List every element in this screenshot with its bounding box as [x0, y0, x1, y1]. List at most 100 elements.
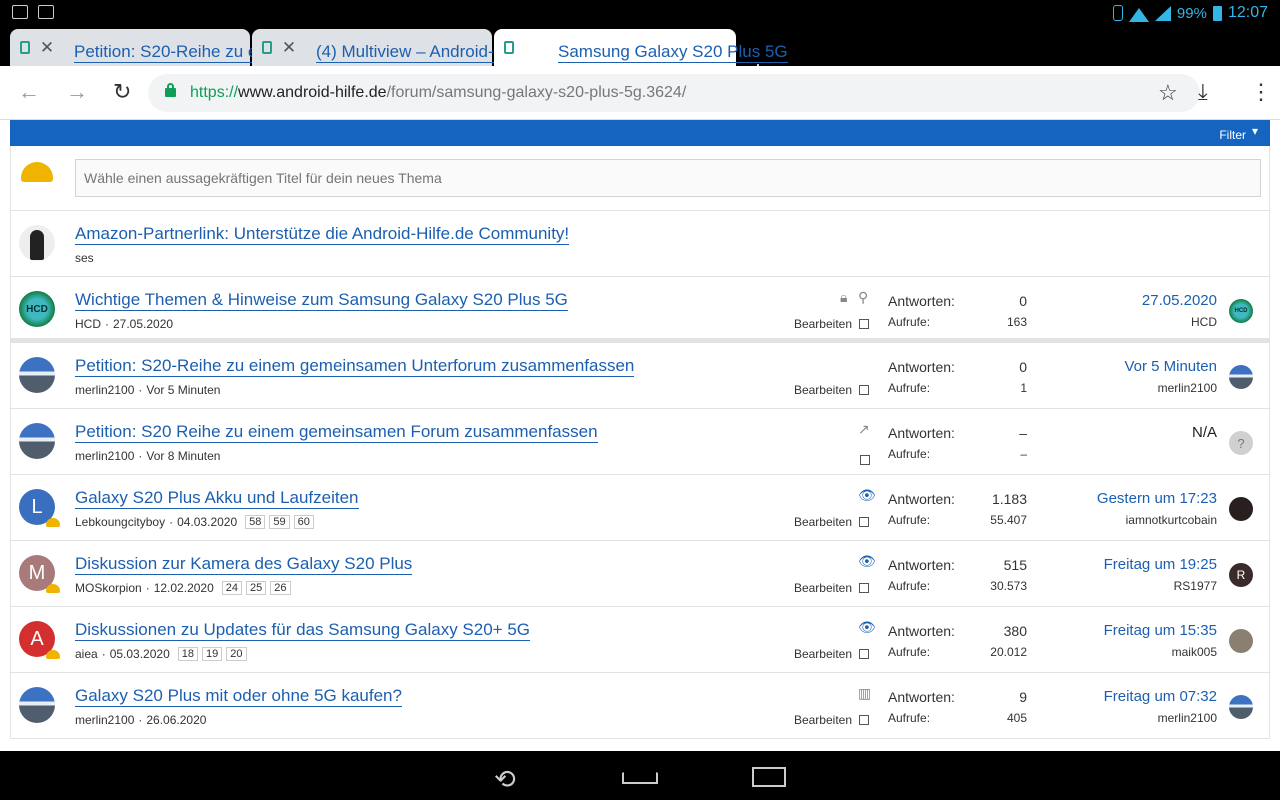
page-link[interactable]: 26 — [270, 581, 291, 595]
thread-title-link[interactable]: Galaxy S20 Plus Akku und Laufzeiten — [75, 488, 359, 509]
watched-eye-icon: 👁︎ — [858, 553, 876, 569]
last-post-date: N/A — [1191, 424, 1217, 441]
last-poster-avatar[interactable] — [1229, 629, 1253, 653]
hard-hat-icon — [46, 650, 60, 659]
thread-author[interactable]: ses — [75, 251, 94, 265]
views-count: 1 — [1020, 381, 1027, 395]
recents-nav-icon[interactable] — [752, 767, 786, 787]
last-poster-avatar[interactable]: HCD — [1229, 299, 1253, 323]
thread-row: A Diskussionen zu Updates für das Samsun… — [11, 607, 1269, 673]
edit-control[interactable]: Bearbeiten — [794, 581, 869, 595]
edit-label: Bearbeiten — [793, 383, 852, 397]
thread-date: 05.03.2020 — [109, 647, 170, 661]
close-tab-icon[interactable]: ✕ — [281, 38, 297, 58]
reload-icon[interactable]: ↻ — [113, 79, 131, 105]
thread-author[interactable]: MOSkorpion — [75, 581, 142, 595]
thread-author[interactable]: merlin2100 — [75, 713, 134, 727]
avatar[interactable] — [19, 225, 55, 261]
select-checkbox[interactable] — [859, 385, 869, 395]
thread-title-link[interactable]: Diskussionen zu Updates für das Samsung … — [75, 620, 530, 641]
signal-icon — [1154, 5, 1171, 21]
last-post-date[interactable]: Gestern um 17:23 — [1097, 490, 1217, 507]
last-post-user[interactable]: merlin2100 — [1158, 381, 1217, 395]
thread-author[interactable]: aiea — [75, 647, 98, 661]
edit-control[interactable]: Bearbeiten — [794, 647, 869, 661]
thread-title-link[interactable]: Galaxy S20 Plus mit oder ohne 5G kaufen? — [75, 686, 402, 707]
filter-label: Filter — [1219, 128, 1246, 142]
page-link[interactable]: 60 — [293, 515, 314, 529]
back-nav-icon[interactable]: ⟲ — [494, 764, 516, 795]
views-count: 405 — [1006, 711, 1027, 725]
menu-kebab-icon[interactable]: ⋮ — [1250, 79, 1272, 105]
last-poster-avatar[interactable] — [1229, 497, 1253, 521]
edit-control[interactable]: Bearbeiten — [794, 317, 869, 331]
last-poster-avatar[interactable] — [1229, 695, 1253, 719]
bookmark-star-icon[interactable]: ☆ — [1158, 80, 1178, 106]
page-link[interactable]: 59 — [269, 515, 290, 529]
thread-title-link[interactable]: Amazon-Partnerlink: Unterstütze die Andr… — [75, 224, 570, 245]
thread-author[interactable]: HCD — [75, 317, 101, 331]
last-post-user[interactable]: HCD — [1191, 315, 1217, 329]
last-poster-avatar[interactable]: R — [1229, 563, 1253, 587]
download-icon[interactable]: ⤓ — [1198, 79, 1208, 105]
thread-author[interactable]: merlin2100 — [75, 383, 134, 397]
last-post-date[interactable]: Freitag um 15:35 — [1104, 622, 1217, 639]
thread-author[interactable]: Lebkoungcityboy — [75, 515, 165, 529]
avatar[interactable] — [19, 357, 55, 393]
views-label: Aufrufe: — [888, 645, 931, 659]
close-tab-icon[interactable]: ✕ — [39, 38, 55, 58]
select-checkbox[interactable] — [859, 715, 869, 725]
last-post-user[interactable]: RS1977 — [1174, 579, 1217, 593]
avatar[interactable] — [19, 423, 55, 459]
thread-title-link[interactable]: Petition: S20-Reihe zu einem gemeinsamen… — [75, 356, 635, 377]
address-bar[interactable]: https://www.android-hilfe.de/forum/samsu… — [148, 74, 1200, 112]
last-post-user[interactable]: maik005 — [1172, 645, 1217, 659]
avatar[interactable] — [19, 687, 55, 723]
url-text[interactable]: https://www.android-hilfe.de/forum/samsu… — [190, 84, 686, 102]
select-checkbox[interactable] — [860, 455, 870, 465]
thread-title-link[interactable]: Wichtige Themen & Hinweise zum Samsung G… — [75, 290, 568, 311]
last-post-user[interactable]: iamnotkurtcobain — [1126, 513, 1217, 527]
home-nav-icon[interactable] — [622, 768, 658, 784]
thread-author[interactable]: merlin2100 — [75, 449, 134, 463]
browser-tab-2[interactable]: (4) Multiview – Android-Hilfe ✕ — [252, 29, 528, 66]
last-poster-avatar[interactable] — [1229, 365, 1253, 389]
avatar[interactable]: HCD — [19, 291, 55, 327]
replies-label: Antworten: — [888, 425, 955, 441]
page-link[interactable]: 58 — [245, 515, 266, 529]
select-checkbox[interactable] — [859, 517, 869, 527]
page-content: Filter ▾ Amazon-Partnerlink: Unterstütze… — [0, 120, 1280, 751]
select-checkbox[interactable] — [859, 319, 869, 329]
page-link[interactable]: 20 — [226, 647, 247, 661]
new-thread-title-input[interactable] — [75, 159, 1261, 197]
last-post-user[interactable]: merlin2100 — [1158, 711, 1217, 725]
select-checkbox[interactable] — [859, 649, 869, 659]
last-post-date[interactable]: 27.05.2020 — [1142, 292, 1217, 309]
thread-row: Petition: S20-Reihe zu einem gemeinsamen… — [11, 343, 1269, 409]
edit-control[interactable]: Bearbeiten — [794, 383, 869, 397]
last-post-date[interactable]: Vor 5 Minuten — [1124, 358, 1217, 375]
page-link[interactable]: 18 — [177, 647, 198, 661]
edit-control[interactable]: Bearbeiten — [794, 515, 869, 529]
page-link[interactable]: 19 — [202, 647, 223, 661]
thread-row: L Galaxy S20 Plus Akku und Laufzeiten Le… — [11, 475, 1269, 541]
thread-title-link[interactable]: Diskussion zur Kamera des Galaxy S20 Plu… — [75, 554, 413, 575]
back-arrow-icon[interactable]: ← — [18, 79, 40, 105]
filter-button[interactable]: Filter ▾ — [1219, 124, 1258, 142]
battery-percent: 99% — [1176, 4, 1207, 22]
replies-count: 0 — [1019, 293, 1027, 309]
thread-title-link[interactable]: Petition: S20 Reihe zu einem gemeinsamen… — [75, 422, 598, 443]
edit-control[interactable]: Bearbeiten — [794, 713, 869, 727]
forward-arrow-icon[interactable]: → — [66, 79, 88, 105]
edit-label: Bearbeiten — [793, 713, 852, 727]
page-link[interactable]: 24 — [221, 581, 243, 595]
browser-tab-active[interactable]: Samsung Galaxy S20 Plus 5G — [494, 29, 788, 66]
watched-eye-icon: 👁︎ — [858, 487, 876, 503]
last-post-date[interactable]: Freitag um 07:32 — [1104, 688, 1217, 705]
browser-tab-1[interactable]: Petition: S20-Reihe zu einem ✕ — [10, 29, 295, 66]
page-link[interactable]: 25 — [246, 581, 267, 595]
select-checkbox[interactable] — [859, 583, 869, 593]
last-post-date[interactable]: Freitag um 19:25 — [1104, 556, 1217, 573]
views-label: Aufrufe: — [888, 447, 931, 461]
url-scheme: https:// — [190, 84, 239, 101]
